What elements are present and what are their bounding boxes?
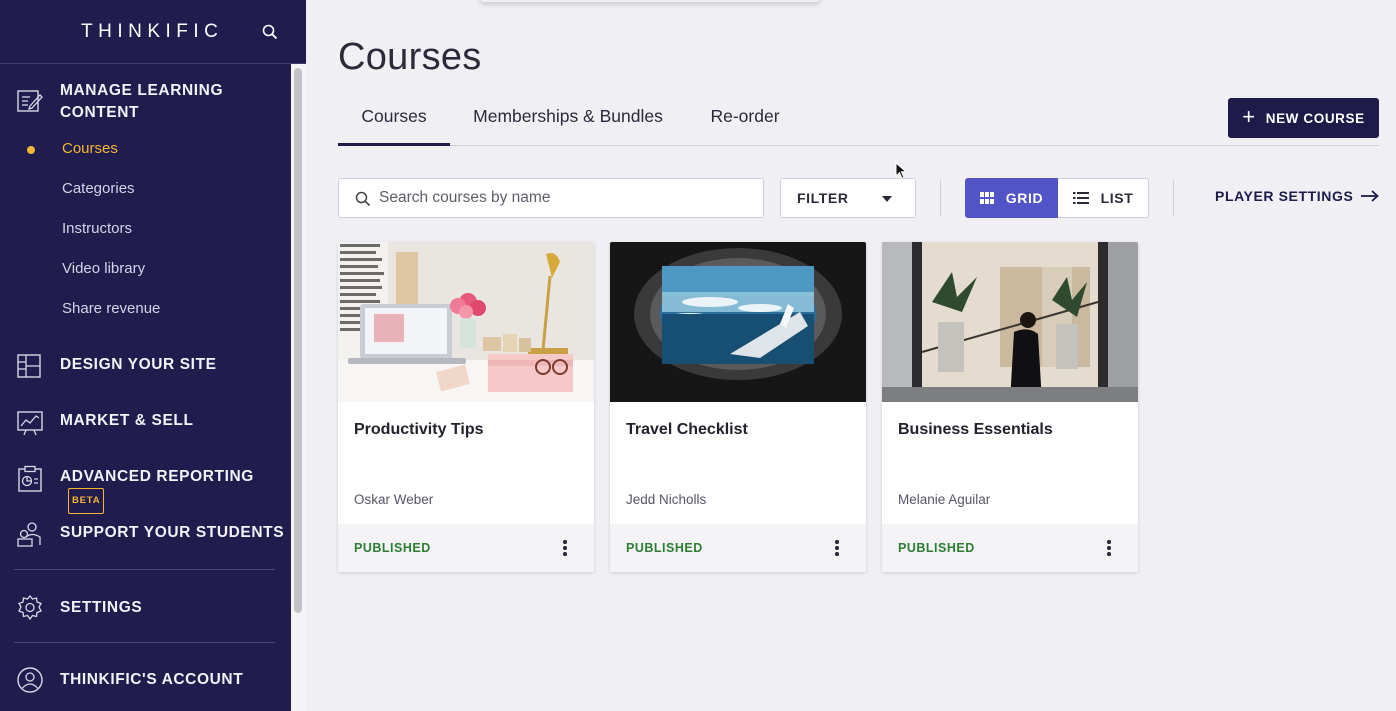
player-settings-label: PLAYER SETTINGS bbox=[1215, 188, 1354, 204]
course-card-footer: PUBLISHED bbox=[338, 524, 594, 572]
search-icon bbox=[355, 191, 371, 207]
top-notification-edge bbox=[480, 0, 820, 2]
tab-memberships-bundles[interactable]: Memberships & Bundles bbox=[462, 106, 674, 146]
sidebar-header: THINKIFIC bbox=[0, 0, 306, 64]
sidebar-item-instructors[interactable]: Instructors bbox=[62, 220, 132, 237]
business-man-image bbox=[882, 242, 1138, 402]
report-clipboard-icon bbox=[18, 465, 42, 492]
gear-icon bbox=[18, 594, 42, 621]
course-author: Jedd Nicholls bbox=[626, 492, 707, 507]
nav-label: SUPPORT YOUR STUDENTS bbox=[60, 524, 285, 541]
edit-content-icon bbox=[17, 90, 43, 112]
search-input[interactable] bbox=[379, 179, 749, 217]
airplane-window-image bbox=[610, 242, 866, 402]
course-thumbnail-business[interactable] bbox=[882, 242, 1138, 402]
nav-label: SETTINGS bbox=[60, 599, 143, 616]
sidebar-item-share-revenue[interactable]: Share revenue bbox=[62, 300, 160, 317]
layout-icon bbox=[17, 354, 41, 378]
sidebar-divider bbox=[14, 569, 275, 570]
sidebar: THINKIFIC MANAGE LEARNING CONTENT Course… bbox=[0, 0, 306, 711]
course-title[interactable]: Business Essentials bbox=[898, 421, 1053, 439]
grid-label: GRID bbox=[1005, 190, 1044, 206]
course-author: Oskar Weber bbox=[354, 492, 434, 507]
more-options-icon[interactable] bbox=[560, 540, 570, 556]
nav-label-text: ADVANCED REPORTING bbox=[60, 468, 254, 485]
more-options-icon[interactable] bbox=[1104, 540, 1114, 556]
grid-view-button[interactable]: GRID bbox=[965, 178, 1058, 218]
player-settings-link[interactable]: PLAYER SETTINGS bbox=[1215, 188, 1380, 204]
nav-label: MANAGE LEARNING CONTENT bbox=[60, 82, 224, 121]
mouse-cursor-icon bbox=[895, 162, 907, 180]
course-card-footer: PUBLISHED bbox=[882, 524, 1138, 572]
nav-label: MARKET & SELL bbox=[60, 412, 194, 429]
tab-reorder[interactable]: Re-order bbox=[698, 106, 792, 146]
status-badge: PUBLISHED bbox=[898, 541, 975, 555]
tab-bar: Courses Memberships & Bundles Re-order bbox=[338, 98, 1379, 146]
toolbar-divider bbox=[1173, 180, 1174, 216]
list-icon bbox=[1072, 192, 1089, 204]
thinkific-logo[interactable]: THINKIFIC bbox=[81, 21, 223, 43]
scrollbar-thumb[interactable] bbox=[294, 68, 302, 613]
list-view-button[interactable]: LIST bbox=[1058, 178, 1149, 218]
course-title[interactable]: Productivity Tips bbox=[354, 421, 484, 439]
nav-label: THINKIFIC'S ACCOUNT bbox=[60, 671, 244, 688]
nav-label: DESIGN YOUR SITE bbox=[60, 356, 217, 373]
sidebar-divider bbox=[14, 642, 275, 643]
desk-photo-image bbox=[338, 242, 594, 402]
sidebar-scrollbar[interactable] bbox=[291, 64, 306, 711]
more-options-icon[interactable] bbox=[832, 540, 842, 556]
search-icon[interactable] bbox=[262, 24, 278, 40]
tab-courses[interactable]: Courses bbox=[338, 106, 450, 146]
course-card[interactable]: Travel Checklist Jedd Nicholls PUBLISHED bbox=[610, 242, 866, 572]
toolbar-divider bbox=[940, 180, 941, 216]
sidebar-item-courses[interactable]: Courses bbox=[62, 140, 118, 157]
active-indicator bbox=[27, 146, 35, 154]
page-title: Courses bbox=[338, 36, 482, 78]
caret-down-icon bbox=[882, 196, 892, 202]
course-card-footer: PUBLISHED bbox=[610, 524, 866, 572]
status-badge: PUBLISHED bbox=[626, 541, 703, 555]
filter-label: FILTER bbox=[797, 190, 849, 206]
course-thumbnail-airplane[interactable] bbox=[610, 242, 866, 402]
new-course-button[interactable]: + NEW COURSE bbox=[1228, 98, 1379, 138]
sidebar-item-video-library[interactable]: Video library bbox=[62, 260, 145, 277]
plus-icon: + bbox=[1242, 104, 1256, 129]
filter-dropdown[interactable]: FILTER bbox=[780, 178, 916, 218]
course-card[interactable]: Productivity Tips Oskar Weber PUBLISHED bbox=[338, 242, 594, 572]
new-course-label: NEW COURSE bbox=[1265, 110, 1365, 126]
course-title[interactable]: Travel Checklist bbox=[626, 421, 748, 439]
students-icon bbox=[17, 522, 41, 547]
nav-label: ADVANCED REPORTING BETA bbox=[60, 466, 291, 514]
course-author: Melanie Aguilar bbox=[898, 492, 991, 507]
sidebar-nav: MANAGE LEARNING CONTENT Courses Categori… bbox=[0, 64, 291, 711]
course-thumbnail-desk[interactable] bbox=[338, 242, 594, 402]
arrow-right-icon bbox=[1361, 190, 1380, 202]
search-field[interactable] bbox=[338, 178, 764, 218]
user-circle-icon bbox=[17, 667, 43, 693]
sidebar-item-categories[interactable]: Categories bbox=[62, 180, 135, 197]
chart-board-icon bbox=[17, 411, 43, 436]
status-badge: PUBLISHED bbox=[354, 541, 431, 555]
grid-icon bbox=[979, 192, 994, 204]
course-card[interactable]: Business Essentials Melanie Aguilar PUBL… bbox=[882, 242, 1138, 572]
beta-badge: BETA bbox=[68, 488, 105, 514]
list-label: LIST bbox=[1100, 190, 1134, 206]
